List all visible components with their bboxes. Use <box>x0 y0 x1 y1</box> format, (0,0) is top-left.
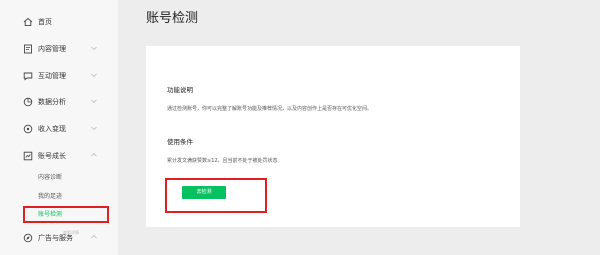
document-icon <box>22 43 33 54</box>
sidebar-item-content[interactable]: 内容管理 <box>0 37 118 61</box>
chat-icon <box>22 70 33 81</box>
tooltip: 查看详情 <box>63 230 79 235</box>
sidebar-item-analytics[interactable]: 数据分析 <box>0 90 118 114</box>
sidebar-item-interaction[interactable]: 互动管理 <box>0 64 118 88</box>
compass-icon <box>22 232 33 243</box>
chevron-down-icon[interactable] <box>90 71 98 79</box>
section-text-description: 通过检测账号，你可以完整了解账号功能及推荐情况，以及内容创作上是否存在可优化空间… <box>167 106 373 112</box>
sidebar-item-ads-services[interactable]: 广告与服务 <box>0 226 118 250</box>
section-text-conditions: 累计发文满获赞数≥12，且当前不处于被处罚状态 <box>167 158 278 164</box>
chevron-down-icon[interactable] <box>90 124 98 132</box>
sidebar-item-label: 账号成长 <box>38 152 66 160</box>
sidebar-item-growth[interactable]: 账号成长 <box>0 144 118 168</box>
chevron-up-icon[interactable] <box>90 151 98 159</box>
section-title-conditions: 使用条件 <box>167 138 193 146</box>
chevron-down-icon[interactable] <box>90 97 98 105</box>
home-icon <box>22 16 33 27</box>
growth-icon <box>22 150 33 161</box>
sidebar-item-home[interactable]: 首页 <box>0 10 118 34</box>
sidebar-subitem-content-diagnosis[interactable]: 内容诊断 <box>38 174 62 182</box>
sidebar-item-label: 互动管理 <box>38 72 66 80</box>
sidebar-item-label: 数据分析 <box>38 98 66 106</box>
coin-icon <box>22 123 33 134</box>
page-title: 账号检测 <box>146 11 199 26</box>
highlight-box-button <box>165 178 267 213</box>
sidebar-subitem-footprint[interactable]: 我的足迹 <box>38 193 62 201</box>
section-title-description: 功能说明 <box>167 86 193 94</box>
chevron-down-icon[interactable] <box>90 44 98 52</box>
sidebar-item-label: 收入变现 <box>38 125 66 133</box>
sidebar-item-monetization[interactable]: 收入变现 <box>0 117 118 141</box>
sidebar-item-label: 首页 <box>38 18 52 26</box>
chevron-up-icon[interactable] <box>90 233 98 241</box>
sidebar-item-label: 内容管理 <box>38 45 66 53</box>
chart-icon <box>22 96 33 107</box>
highlight-box-sidebar <box>23 206 109 223</box>
